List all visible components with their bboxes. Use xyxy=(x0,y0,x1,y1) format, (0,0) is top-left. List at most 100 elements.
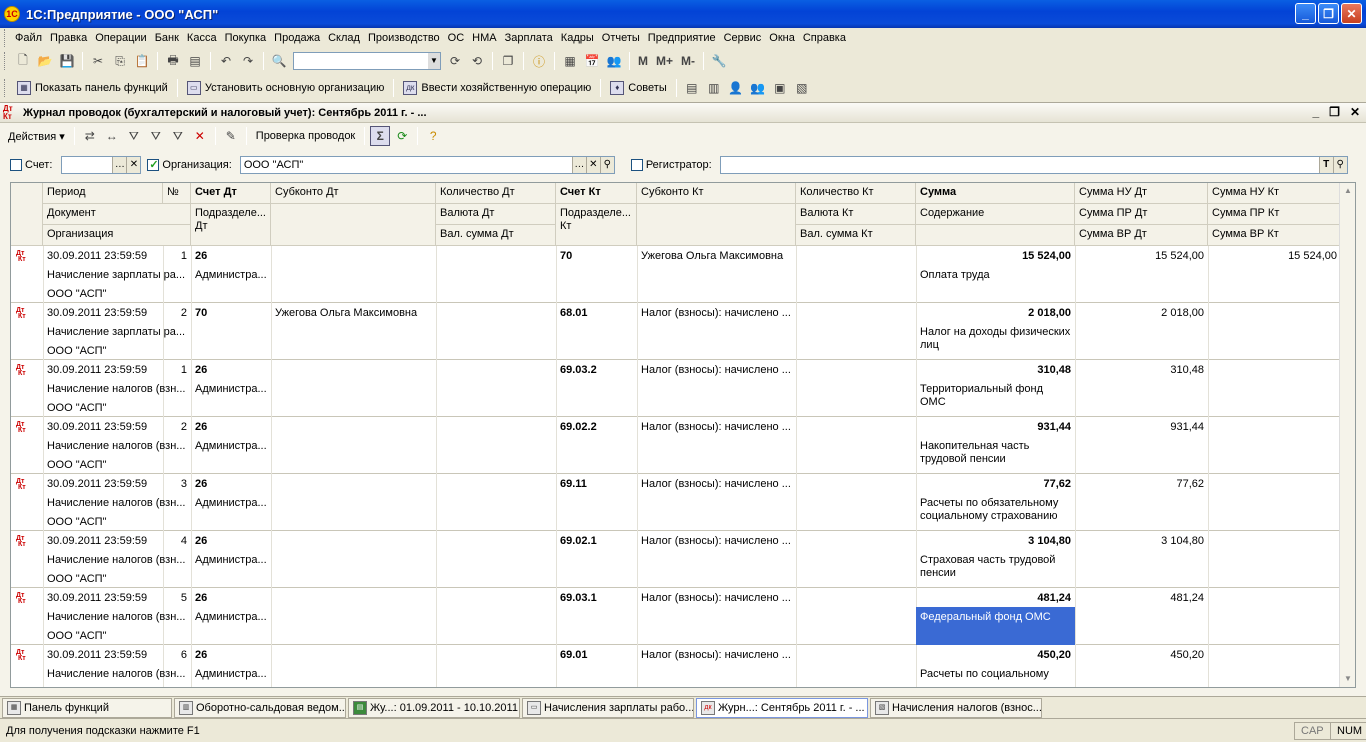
save-icon[interactable]: 💾 xyxy=(57,51,77,71)
cell-sum-nu-kt[interactable]: 15 524,00 xyxy=(1208,250,1341,263)
cell-division-dt[interactable]: Администра... xyxy=(191,497,271,510)
registrar-filter-input[interactable]: T ⚲ xyxy=(719,156,1348,174)
cell-period[interactable]: 30.09.2011 23:59:59 xyxy=(43,421,163,434)
menu-edit[interactable]: Правка xyxy=(46,32,91,44)
print-icon[interactable]: 🖶 xyxy=(163,51,183,71)
doc-minimize-button[interactable]: _ xyxy=(1312,105,1319,119)
menu-reports[interactable]: Отчеты xyxy=(598,32,644,44)
edit-icon[interactable]: ✎ xyxy=(221,126,241,146)
cell-account-kt[interactable]: 69.03.2 xyxy=(556,364,637,377)
memory-plus-button[interactable]: M+ xyxy=(653,54,676,68)
cell-sum[interactable]: 931,44 xyxy=(916,421,1075,434)
employees-icon[interactable]: 👤 xyxy=(726,78,746,98)
cell-account-kt[interactable]: 69.02.1 xyxy=(556,535,637,548)
doc-restore-button[interactable]: ❐ xyxy=(1329,105,1340,119)
cell-document[interactable]: Начисление налогов (взн... xyxy=(43,611,191,624)
task-tax-accruals[interactable]: ▧ Начисления налогов (взнос... xyxy=(870,697,1042,718)
users-icon[interactable]: 👥 xyxy=(604,51,624,71)
redo-icon[interactable]: ↷ xyxy=(238,51,258,71)
table-row[interactable]: Дт Кт 30.09.2011 23:59:59 5 26 69.03.1 Налог … xyxy=(11,588,1342,645)
minimize-button[interactable]: _ xyxy=(1295,3,1316,24)
contractors-icon[interactable]: 👥 xyxy=(748,78,768,98)
cell-subconto-kt[interactable]: Ужегова Ольга Максимовна xyxy=(637,250,796,263)
cell-sum-nu-dt[interactable]: 310,48 xyxy=(1075,364,1208,377)
cell-sum[interactable]: 310,48 xyxy=(916,364,1075,377)
col-sum-vr-dt[interactable]: Сумма ВР Дт xyxy=(1075,225,1208,246)
windows-icon[interactable]: ❐ xyxy=(498,51,518,71)
cell-sum-nu-dt[interactable]: 3 104,80 xyxy=(1075,535,1208,548)
col-sum-nu-kt[interactable]: Сумма НУ Кт xyxy=(1208,183,1341,204)
open-icon[interactable]: ⚲ xyxy=(1332,157,1347,173)
task-journal-period[interactable]: ▤ Жу...: 01.09.2011 - 10.10.2011 xyxy=(348,697,520,718)
cell-sum-nu-dt[interactable]: 450,20 xyxy=(1075,649,1208,662)
cell-content[interactable]: Оплата труда xyxy=(916,269,1075,282)
cell-number[interactable]: 1 xyxy=(163,250,191,263)
cell-sum-nu-dt[interactable]: 77,62 xyxy=(1075,478,1208,491)
cell-number[interactable]: 6 xyxy=(163,649,191,662)
bank-icon[interactable]: ▣ xyxy=(770,78,790,98)
tools-icon[interactable]: 🔧 xyxy=(709,51,729,71)
open-folder-icon[interactable]: 📂 xyxy=(35,51,55,71)
task-functions-panel[interactable]: ▦ Панель функций xyxy=(2,697,172,718)
clear-filter-icon[interactable]: ✕ xyxy=(190,126,210,146)
cell-subconto-dt[interactable]: Ужегова Ольга Максимовна xyxy=(271,307,436,320)
cell-content[interactable]: Налог на доходы физических лиц xyxy=(916,326,1075,352)
cell-division-dt[interactable]: Администра... xyxy=(191,383,271,396)
undo-icon[interactable]: ↶ xyxy=(216,51,236,71)
cell-document[interactable]: Начисление зарплаты ра... xyxy=(43,269,191,282)
cell-sum-nu-dt[interactable]: 931,44 xyxy=(1075,421,1208,434)
col-number[interactable]: № xyxy=(163,183,191,204)
preview-icon[interactable]: ▤ xyxy=(185,51,205,71)
cell-subconto-kt[interactable]: Налог (взносы): начислено ... xyxy=(637,421,796,434)
cell-document[interactable]: Начисление зарплаты ра... xyxy=(43,326,191,339)
col-subconto-kt[interactable]: Субконто Кт xyxy=(637,183,796,204)
cell-sum[interactable]: 2 018,00 xyxy=(916,307,1075,320)
table-row[interactable]: Дт Кт 30.09.2011 23:59:59 1 26 70 Ужегова Оль… xyxy=(11,246,1342,303)
cell-account-kt[interactable]: 69.03.1 xyxy=(556,592,637,605)
menu-cash[interactable]: Касса xyxy=(183,32,221,44)
cell-period[interactable]: 30.09.2011 23:59:59 xyxy=(43,307,163,320)
clear-icon[interactable]: ✕ xyxy=(585,157,600,173)
col-organization[interactable]: Организация xyxy=(43,225,191,246)
cell-sum-nu-dt[interactable]: 15 524,00 xyxy=(1075,250,1208,263)
col-document[interactable]: Документ xyxy=(43,204,191,225)
task-entries-journal[interactable]: дк Журн...: Сентябрь 2011 г. - ... xyxy=(696,697,868,718)
organization-filter-input[interactable]: ООО "АСП" … ✕ ⚲ xyxy=(239,156,615,174)
cell-account-dt[interactable]: 26 xyxy=(191,250,271,263)
cell-division-dt[interactable]: Администра... xyxy=(191,554,271,567)
search-icon[interactable]: 🔍 xyxy=(269,51,289,71)
copy-icon[interactable]: ⎘ xyxy=(110,51,130,71)
cell-content[interactable]: Накопительная часть трудовой пенсии xyxy=(916,440,1075,466)
cell-account-dt[interactable]: 26 xyxy=(191,364,271,377)
doc-close-button[interactable]: ✕ xyxy=(1350,105,1360,119)
cell-organization[interactable]: ООО "АСП" xyxy=(43,573,191,586)
cell-subconto-kt[interactable]: Налог (взносы): начислено ... xyxy=(637,649,796,662)
cell-account-dt[interactable]: 26 xyxy=(191,649,271,662)
menu-file[interactable]: Файл xyxy=(11,32,46,44)
cell-content[interactable]: Федеральный фонд ОМС xyxy=(916,607,1075,645)
cell-period[interactable]: 30.09.2011 23:59:59 xyxy=(43,649,163,662)
show-panel-button[interactable]: ▦ Показать панель функций xyxy=(13,81,172,95)
col-account-kt[interactable]: Счет Кт xyxy=(556,183,637,204)
cell-period[interactable]: 30.09.2011 23:59:59 xyxy=(43,592,163,605)
cell-division-dt[interactable]: Администра... xyxy=(191,269,271,282)
memory-minus-button[interactable]: M- xyxy=(678,54,698,68)
memory-button[interactable]: M xyxy=(635,54,651,68)
cell-document[interactable]: Начисление налогов (взн... xyxy=(43,554,191,567)
col-sum[interactable]: Сумма xyxy=(916,183,1075,204)
col-sum-vr-kt[interactable]: Сумма ВР Кт xyxy=(1208,225,1341,246)
cell-account-kt[interactable]: 69.11 xyxy=(556,478,637,491)
cell-content[interactable]: Расчеты по обязательному социальному стр… xyxy=(916,497,1075,523)
task-salary-accruals[interactable]: ▭ Начисления зарплаты рабо... xyxy=(522,697,694,718)
table-row[interactable]: Дт Кт 30.09.2011 23:59:59 3 26 69.11 Налог (в… xyxy=(11,474,1342,531)
account-filter-checkbox[interactable] xyxy=(10,159,22,171)
cell-sum-nu-dt[interactable]: 2 018,00 xyxy=(1075,307,1208,320)
find-prev-icon[interactable]: ⟲ xyxy=(467,51,487,71)
cell-account-kt[interactable]: 68.01 xyxy=(556,307,637,320)
actions-menu-button[interactable]: Действия ▾ xyxy=(4,129,69,144)
cell-subconto-kt[interactable]: Налог (взносы): начислено ... xyxy=(637,307,796,320)
chevron-down-icon[interactable]: ▼ xyxy=(428,53,440,69)
col-valsum-dt[interactable]: Вал. сумма Дт xyxy=(436,225,556,246)
menu-intangibles[interactable]: НМА xyxy=(468,32,500,44)
menu-fixed-assets[interactable]: ОС xyxy=(444,32,469,44)
